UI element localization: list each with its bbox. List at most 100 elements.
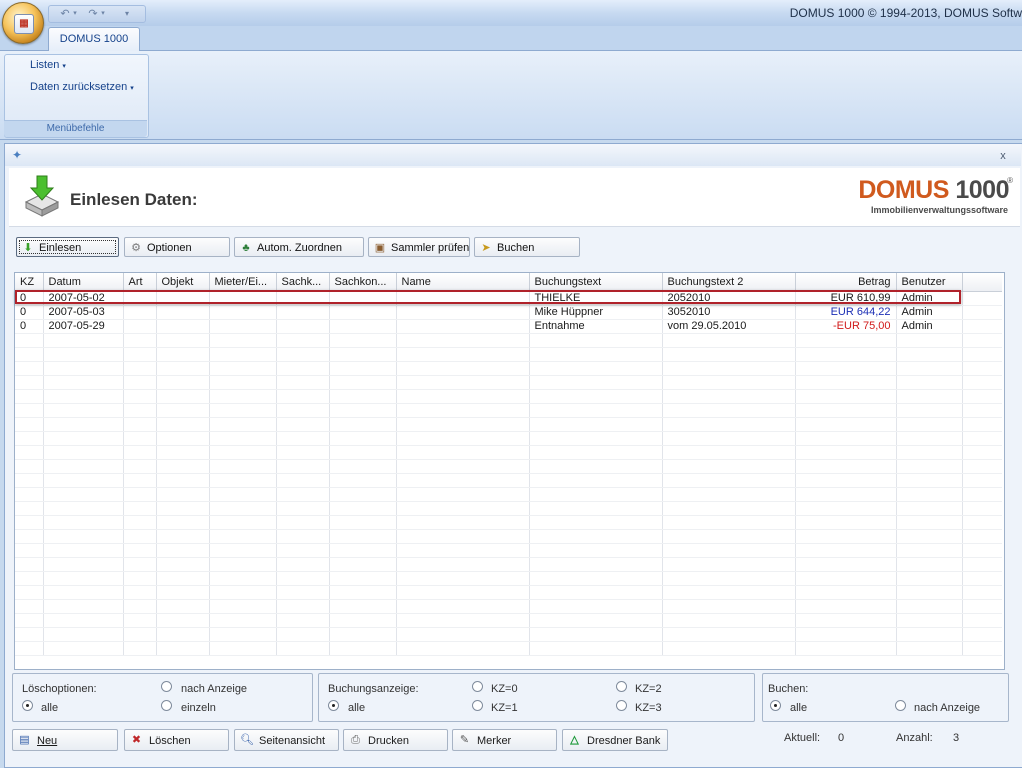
table-row-empty (15, 641, 1002, 656)
anzeige-kz0-radio[interactable] (472, 681, 483, 692)
buchen-alle-radio[interactable] (770, 700, 781, 711)
cell-text2 (662, 431, 796, 446)
neu-button[interactable]: ▤ Neu (12, 729, 118, 751)
listen-menu[interactable]: Listen ▾ (30, 59, 66, 71)
cell-datum (43, 333, 124, 348)
cell-kz (15, 403, 44, 418)
cell-sachk (276, 347, 330, 362)
table-row[interactable]: 0 2007-05-29 Entnahme vom 29.05.2010 -EUR 75… (15, 319, 1002, 334)
book-entry-icon: ➤ (481, 242, 491, 254)
cell-filler (962, 291, 1002, 306)
einlesen-button[interactable]: ⬇ Einlesen (16, 237, 119, 257)
cell-benutzer: Admin (896, 291, 963, 306)
loesch-nach-anzeige-radio[interactable] (161, 681, 172, 692)
col-header-kz[interactable]: KZ (15, 273, 44, 292)
loeschen-label: Löschen (149, 735, 191, 747)
table-row-empty (15, 347, 1002, 362)
redo-dropdown-icon[interactable]: ▾ (99, 7, 107, 21)
cell-mieter (209, 389, 277, 404)
cell-mieter (209, 515, 277, 530)
cell-sachkon (329, 361, 397, 376)
anzeige-kz3-radio[interactable] (616, 700, 627, 711)
table-row[interactable]: 0 2007-05-02 THIELKE 2052010 EUR 610,99 Admin (15, 291, 1002, 306)
cell-datum (43, 557, 124, 572)
ribbon-tab-domus[interactable]: DOMUS 1000 (48, 27, 140, 51)
drucken-button[interactable]: ⎙ Drucken (343, 729, 448, 751)
undo-dropdown-icon[interactable]: ▾ (71, 7, 79, 21)
col-header-sachk[interactable]: Sachk... (276, 273, 330, 292)
cell-mieter (209, 305, 277, 320)
col-header-buchungstext[interactable]: Buchungstext (529, 273, 663, 292)
loeschen-button[interactable]: ✖ Löschen (124, 729, 229, 751)
cell-datum (43, 375, 124, 390)
cell-filler (962, 459, 1002, 474)
sammler-pruefen-button[interactable]: ▣ Sammler prüfen (368, 237, 470, 257)
col-header-objekt[interactable]: Objekt (156, 273, 210, 292)
col-header-mieter[interactable]: Mieter/Ei... (209, 273, 277, 292)
cell-kz (15, 361, 44, 376)
office-button[interactable]: ▦ (2, 2, 44, 44)
cell-objekt (156, 501, 210, 516)
cell-betrag (795, 487, 897, 502)
table-row-empty (15, 515, 1002, 530)
table-row-empty (15, 459, 1002, 474)
customize-toolbar-icon[interactable]: ▾ (121, 7, 133, 21)
anzeige-kz2-radio[interactable] (616, 681, 627, 692)
cell-filler (962, 375, 1002, 390)
cell-text2 (662, 473, 796, 488)
table-row[interactable]: 0 2007-05-03 Mike Hüppner 3052010 EUR 644,22… (15, 305, 1002, 320)
anzeige-kz2-label: KZ=2 (635, 683, 662, 695)
cell-kz (15, 417, 44, 432)
anzeige-kz1-radio[interactable] (472, 700, 483, 711)
anzeige-alle-radio[interactable] (328, 700, 339, 711)
cell-objekt (156, 487, 210, 502)
cell-filler (962, 599, 1002, 614)
cell-sachk (276, 613, 330, 628)
dresdner-bank-button[interactable]: △ Dresdner Bank (562, 729, 668, 751)
col-header-buchungstext2[interactable]: Buchungstext 2 (662, 273, 796, 292)
cell-kz (15, 389, 44, 404)
cell-art (123, 375, 157, 390)
col-header-sachkon[interactable]: Sachkon... (329, 273, 397, 292)
loesch-alle-radio[interactable] (22, 700, 33, 711)
col-header-datum[interactable]: Datum (43, 273, 124, 292)
booking-grid[interactable]: KZ Datum Art Objekt Mieter/Ei... Sachk..… (14, 272, 1005, 670)
cell-sachkon (329, 403, 397, 418)
cell-sachkon (329, 417, 397, 432)
optionen-button[interactable]: ⚙ Optionen (124, 237, 230, 257)
col-header-name[interactable]: Name (396, 273, 530, 292)
cell-filler (962, 641, 1002, 656)
cell-kz (15, 627, 44, 642)
loesch-einzeln-radio[interactable] (161, 700, 172, 711)
buchen-button[interactable]: ➤ Buchen (474, 237, 580, 257)
cell-objekt (156, 361, 210, 376)
col-header-benutzer[interactable]: Benutzer (896, 273, 963, 292)
cell-benutzer (896, 403, 963, 418)
col-header-art[interactable]: Art (123, 273, 157, 292)
cell-sachk (276, 557, 330, 572)
logo-tagline: Immobilienverwaltungssoftware (870, 205, 1008, 215)
cell-benutzer (896, 333, 963, 348)
aktuell-value: 0 (838, 732, 845, 744)
cell-mieter (209, 459, 277, 474)
cell-name (396, 641, 530, 656)
cell-betrag (795, 333, 897, 348)
col-header-betrag[interactable]: Betrag (795, 273, 897, 292)
cell-sachk (276, 403, 330, 418)
cell-betrag (795, 627, 897, 642)
cell-filler (962, 403, 1002, 418)
cell-datum (43, 431, 124, 446)
loeschoptionen-group (12, 673, 313, 722)
cell-art (123, 599, 157, 614)
cell-benutzer (896, 641, 963, 656)
buchen-nach-anzeige-radio[interactable] (895, 700, 906, 711)
chevron-down-icon: ▾ (130, 85, 134, 92)
close-icon[interactable]: x (996, 150, 1010, 164)
autom-zuordnen-button[interactable]: ♣ Autom. Zuordnen (234, 237, 364, 257)
merker-button[interactable]: ✎ Merker (452, 729, 557, 751)
cell-benutzer: Admin (896, 319, 963, 334)
cell-art (123, 333, 157, 348)
daten-zuruecksetzen-menu[interactable]: Daten zurücksetzen ▾ (30, 81, 134, 93)
seitenansicht-button[interactable]: 🔍︎ Seitenansicht (234, 729, 339, 751)
table-row-empty (15, 333, 1002, 348)
